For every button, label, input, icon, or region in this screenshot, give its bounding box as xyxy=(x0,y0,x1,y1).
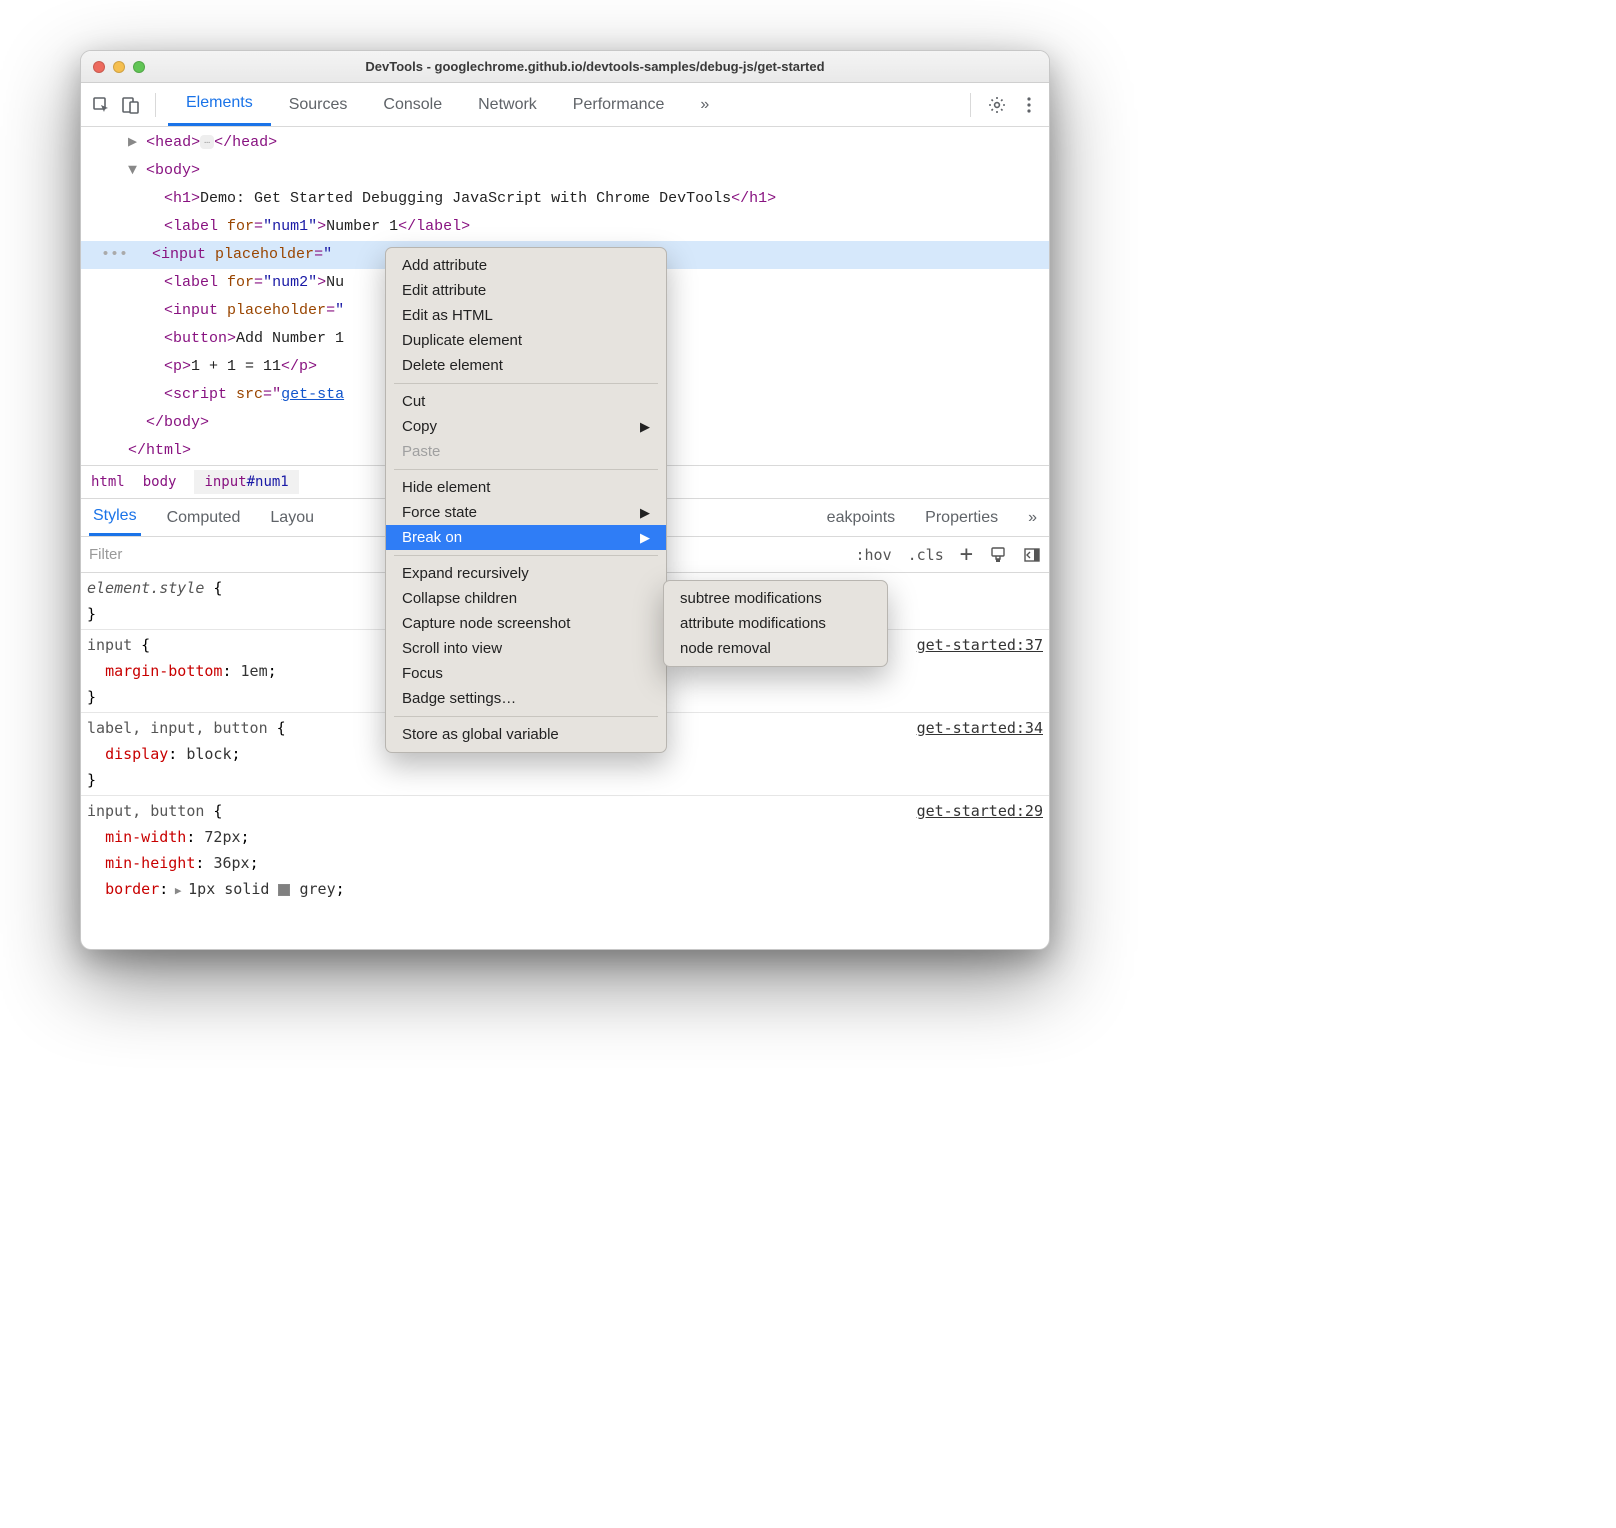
styles-tabs-more[interactable]: » xyxy=(1024,499,1041,536)
color-swatch-icon[interactable] xyxy=(278,884,290,896)
context-menu-label: Capture node screenshot xyxy=(402,615,570,632)
context-menu-item: Paste xyxy=(386,439,666,464)
context-menu-label: Delete element xyxy=(402,357,503,374)
submenu-item[interactable]: attribute modifications xyxy=(664,611,887,636)
ellipsis-icon[interactable]: … xyxy=(200,135,214,149)
chevron-right-icon: ▶ xyxy=(640,530,650,546)
context-menu-item[interactable]: Edit attribute xyxy=(386,278,666,303)
context-menu-label: Store as global variable xyxy=(402,726,559,743)
toolbar-divider xyxy=(155,93,156,117)
tab-network[interactable]: Network xyxy=(460,83,555,126)
tab-sources[interactable]: Sources xyxy=(271,83,366,126)
context-menu-label: Paste xyxy=(402,443,440,460)
hov-toggle[interactable]: :hov xyxy=(856,546,892,564)
context-menu-item[interactable]: Scroll into view xyxy=(386,636,666,661)
maximize-icon[interactable] xyxy=(133,61,145,73)
context-menu-label: Force state xyxy=(402,504,477,521)
dom-node-label1[interactable]: <label for="num1">Number 1</label> xyxy=(81,213,1049,241)
new-rule-icon[interactable]: + xyxy=(960,542,973,567)
inspect-icon[interactable] xyxy=(89,93,113,117)
close-icon[interactable] xyxy=(93,61,105,73)
kebab-icon[interactable] xyxy=(1017,93,1041,117)
device-toggle-icon[interactable] xyxy=(119,93,143,117)
context-menu-item[interactable]: Badge settings… xyxy=(386,686,666,711)
window-title: DevTools - googlechrome.github.io/devtoo… xyxy=(153,59,1037,74)
tab-console[interactable]: Console xyxy=(365,83,460,126)
crumb-active[interactable]: input#num1 xyxy=(194,470,298,494)
rule-source-link[interactable]: get-started:34 xyxy=(917,715,1043,741)
context-menu-label: Edit as HTML xyxy=(402,307,493,324)
context-menu-item[interactable]: Copy ▶ xyxy=(386,414,666,439)
selection-handle-icon[interactable]: ••• xyxy=(101,246,128,263)
tab-elements[interactable]: Elements xyxy=(168,83,271,126)
gear-icon[interactable] xyxy=(985,93,1009,117)
styles-tab-styles[interactable]: Styles xyxy=(89,499,141,536)
context-menu-label: Badge settings… xyxy=(402,690,516,707)
dom-node-body-open[interactable]: ▼ <body> xyxy=(81,157,1049,185)
styles-tab-layout[interactable]: Layou xyxy=(266,499,318,536)
more-tabs[interactable]: » xyxy=(682,83,727,126)
traffic-lights xyxy=(93,61,145,73)
cls-toggle[interactable]: .cls xyxy=(908,546,944,564)
context-menu-separator xyxy=(394,555,658,556)
context-menu-label: Edit attribute xyxy=(402,282,486,299)
context-menu-item[interactable]: Force state ▶ xyxy=(386,500,666,525)
tab-performance[interactable]: Performance xyxy=(555,83,683,126)
main-tabs: Elements Sources Console Network Perform… xyxy=(168,83,727,126)
paint-icon[interactable] xyxy=(989,546,1007,564)
context-menu-item[interactable]: Expand recursively xyxy=(386,561,666,586)
context-menu-item[interactable]: Duplicate element xyxy=(386,328,666,353)
context-menu-label: Cut xyxy=(402,393,425,410)
main-toolbar: Elements Sources Console Network Perform… xyxy=(81,83,1049,127)
toolbar-divider-right xyxy=(970,93,971,117)
dom-node-h1[interactable]: <h1>Demo: Get Started Debugging JavaScri… xyxy=(81,185,1049,213)
context-menu-item[interactable]: Cut xyxy=(386,389,666,414)
context-menu-separator xyxy=(394,469,658,470)
crumb-body[interactable]: body xyxy=(143,474,177,490)
styles-tab-computed[interactable]: Computed xyxy=(163,499,245,536)
context-menu-item[interactable]: Collapse children xyxy=(386,586,666,611)
sidebar-toggle-icon[interactable] xyxy=(1023,546,1041,564)
context-menu-label: Add attribute xyxy=(402,257,487,274)
context-menu-label: Focus xyxy=(402,665,443,682)
context-menu-item[interactable]: Capture node screenshot xyxy=(386,611,666,636)
rule-source-link[interactable]: get-started:29 xyxy=(917,798,1043,824)
chevron-right-icon: ▶ xyxy=(640,505,650,521)
context-menu-item[interactable]: Add attribute xyxy=(386,253,666,278)
context-menu-item[interactable]: Store as global variable xyxy=(386,722,666,747)
crumb-html[interactable]: html xyxy=(91,474,125,490)
rule-input-button[interactable]: get-started:29 input, button { min-width… xyxy=(81,796,1049,906)
titlebar: DevTools - googlechrome.github.io/devtoo… xyxy=(81,51,1049,83)
context-menu-label: Expand recursively xyxy=(402,565,529,582)
context-menu-label: Hide element xyxy=(402,479,490,496)
styles-tab-properties[interactable]: Properties xyxy=(921,499,1002,536)
styles-tab-breakpoints[interactable]: eakpoints xyxy=(823,499,900,536)
context-menu-label: Scroll into view xyxy=(402,640,502,657)
dom-node-head[interactable]: ▶ <head>…</head> xyxy=(81,129,1049,157)
context-menu-separator xyxy=(394,383,658,384)
submenu-item[interactable]: subtree modifications xyxy=(664,586,887,611)
context-menu-item[interactable]: Focus xyxy=(386,661,666,686)
context-menu-item[interactable]: Edit as HTML xyxy=(386,303,666,328)
minimize-icon[interactable] xyxy=(113,61,125,73)
context-menu-label: Duplicate element xyxy=(402,332,522,349)
chevron-right-icon: ▶ xyxy=(640,419,650,435)
submenu-item[interactable]: node removal xyxy=(664,636,887,661)
context-menu: Add attribute Edit attribute Edit as HTML D… xyxy=(385,247,667,753)
styles-filter-input[interactable] xyxy=(89,546,209,563)
rule-source-link[interactable]: get-started:37 xyxy=(917,632,1043,658)
context-menu-item[interactable]: Hide element xyxy=(386,475,666,500)
context-menu-separator xyxy=(394,716,658,717)
context-menu-item[interactable]: Delete element xyxy=(386,353,666,378)
context-menu-item[interactable]: Break on ▶ xyxy=(386,525,666,550)
context-submenu: subtree modificationsattribute modificat… xyxy=(663,580,888,667)
context-menu-label: Collapse children xyxy=(402,590,517,607)
context-menu-label: Break on xyxy=(402,529,462,546)
context-menu-label: Copy xyxy=(402,418,437,435)
